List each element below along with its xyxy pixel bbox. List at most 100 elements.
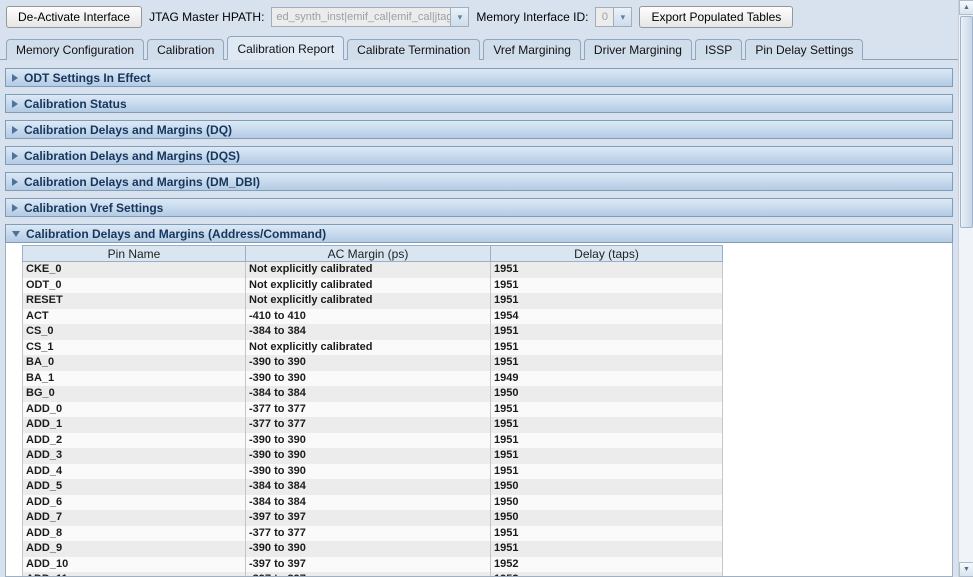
tab-vref-margining[interactable]: Vref Margining bbox=[483, 39, 581, 60]
cell-ac-margin: -377 to 377 bbox=[246, 417, 491, 433]
tab-memory-configuration[interactable]: Memory Configuration bbox=[6, 39, 144, 60]
cell-ac-margin: -377 to 377 bbox=[246, 526, 491, 542]
section-header-calibration-delays-and-margins-dq[interactable]: Calibration Delays and Margins (DQ) bbox=[5, 120, 953, 139]
table-row[interactable]: ADD_5-384 to 3841950 bbox=[23, 479, 723, 495]
tab-calibration-report[interactable]: Calibration Report bbox=[227, 36, 344, 60]
table-row[interactable]: ODT_0Not explicitly calibrated1951 bbox=[23, 278, 723, 294]
expand-arrow-icon bbox=[12, 204, 18, 212]
cell-pin-name: CKE_0 bbox=[23, 262, 246, 278]
section-header-calibration-vref-settings[interactable]: Calibration Vref Settings bbox=[5, 198, 953, 217]
cell-pin-name: BA_1 bbox=[23, 371, 246, 387]
cell-delay: 1951 bbox=[491, 355, 723, 371]
cell-delay: 1954 bbox=[491, 309, 723, 325]
cell-delay: 1951 bbox=[491, 448, 723, 464]
expand-arrow-icon bbox=[12, 178, 18, 186]
cell-pin-name: ADD_11 bbox=[23, 572, 246, 577]
section-calibration-delays-and-margins-address-command: Calibration Delays and Margins (Address/… bbox=[5, 224, 953, 577]
cell-ac-margin: -390 to 390 bbox=[246, 433, 491, 449]
cell-pin-name: ODT_0 bbox=[23, 278, 246, 294]
section-calibration-delays-and-margins-dqs: Calibration Delays and Margins (DQS) bbox=[5, 146, 953, 165]
table-row[interactable]: ADD_6-384 to 3841950 bbox=[23, 495, 723, 511]
cell-pin-name: CS_1 bbox=[23, 340, 246, 356]
cell-ac-margin: -384 to 384 bbox=[246, 479, 491, 495]
table-row[interactable]: ADD_2-390 to 3901951 bbox=[23, 433, 723, 449]
cell-pin-name: BA_0 bbox=[23, 355, 246, 371]
cell-delay: 1951 bbox=[491, 433, 723, 449]
jtag-hpath-label: JTAG Master HPATH: bbox=[149, 10, 264, 24]
emif-toolkit-window: De-Activate Interface JTAG Master HPATH:… bbox=[0, 0, 958, 577]
table-row[interactable]: CKE_0Not explicitly calibrated1951 bbox=[23, 262, 723, 278]
cell-ac-margin: -397 to 397 bbox=[246, 510, 491, 526]
table-row[interactable]: CS_0-384 to 3841951 bbox=[23, 324, 723, 340]
expand-arrow-icon bbox=[12, 152, 18, 160]
tab-pin-delay-settings[interactable]: Pin Delay Settings bbox=[745, 39, 863, 60]
scrollbar-thumb[interactable] bbox=[960, 16, 973, 228]
toolbar: De-Activate Interface JTAG Master HPATH:… bbox=[0, 0, 958, 34]
table-row[interactable]: ADD_1-377 to 3771951 bbox=[23, 417, 723, 433]
cell-ac-margin: -384 to 384 bbox=[246, 386, 491, 402]
down-arrow-icon: ▼ bbox=[963, 566, 970, 573]
cell-pin-name: ADD_6 bbox=[23, 495, 246, 511]
section-calibration-delays-and-margins-dm-dbi: Calibration Delays and Margins (DM_DBI) bbox=[5, 172, 953, 191]
table-row[interactable]: ADD_11-397 to 3971952 bbox=[23, 572, 723, 577]
tab-calibrate-termination[interactable]: Calibrate Termination bbox=[347, 39, 480, 60]
cell-ac-margin: Not explicitly calibrated bbox=[246, 293, 491, 309]
cell-delay: 1951 bbox=[491, 417, 723, 433]
section-calibration-status: Calibration Status bbox=[5, 94, 953, 113]
cell-pin-name: ACT bbox=[23, 309, 246, 325]
section-header-calibration-delays-and-margins-address-command[interactable]: Calibration Delays and Margins (Address/… bbox=[5, 224, 953, 243]
cell-ac-margin: -390 to 390 bbox=[246, 541, 491, 557]
cell-pin-name: CS_0 bbox=[23, 324, 246, 340]
cell-ac-margin: -390 to 390 bbox=[246, 448, 491, 464]
section-header-calibration-delays-and-margins-dm-dbi[interactable]: Calibration Delays and Margins (DM_DBI) bbox=[5, 172, 953, 191]
tab-driver-margining[interactable]: Driver Margining bbox=[584, 39, 692, 60]
table-row[interactable]: ACT-410 to 4101954 bbox=[23, 309, 723, 325]
dropdown-arrow-icon[interactable]: ▾ bbox=[450, 7, 469, 27]
table-row[interactable]: BA_0-390 to 3901951 bbox=[23, 355, 723, 371]
cell-pin-name: RESET bbox=[23, 293, 246, 309]
cell-pin-name: ADD_5 bbox=[23, 479, 246, 495]
cell-ac-margin: -390 to 390 bbox=[246, 464, 491, 480]
cell-delay: 1950 bbox=[491, 479, 723, 495]
scroll-up-button[interactable]: ▲ bbox=[959, 0, 973, 15]
section-header-odt-settings-in-effect[interactable]: ODT Settings In Effect bbox=[5, 68, 953, 87]
export-populated-tables-button[interactable]: Export Populated Tables bbox=[639, 6, 793, 28]
table-row[interactable]: BG_0-384 to 3841950 bbox=[23, 386, 723, 402]
table-body: CKE_0Not explicitly calibrated1951ODT_0N… bbox=[23, 262, 723, 577]
cell-ac-margin: -397 to 397 bbox=[246, 557, 491, 573]
table-row[interactable]: BA_1-390 to 3901949 bbox=[23, 371, 723, 387]
cell-pin-name: ADD_1 bbox=[23, 417, 246, 433]
table-row[interactable]: ADD_7-397 to 3971950 bbox=[23, 510, 723, 526]
tab-issp[interactable]: ISSP bbox=[695, 39, 742, 60]
table-row[interactable]: ADD_9-390 to 3901951 bbox=[23, 541, 723, 557]
table-row[interactable]: ADD_10-397 to 3971952 bbox=[23, 557, 723, 573]
jtag-hpath-select[interactable]: ed_synth_inst|emif_cal|emif_cal|jtag_mas… bbox=[271, 7, 469, 27]
cell-delay: 1951 bbox=[491, 340, 723, 356]
table-row[interactable]: RESETNot explicitly calibrated1951 bbox=[23, 293, 723, 309]
cell-delay: 1949 bbox=[491, 371, 723, 387]
cell-ac-margin: -384 to 384 bbox=[246, 324, 491, 340]
tab-calibration[interactable]: Calibration bbox=[147, 39, 224, 60]
expand-arrow-icon bbox=[12, 100, 18, 108]
table-row[interactable]: ADD_0-377 to 3771951 bbox=[23, 402, 723, 418]
table-row[interactable]: ADD_4-390 to 3901951 bbox=[23, 464, 723, 480]
memory-interface-id-select[interactable]: 0 ▾ bbox=[595, 7, 632, 27]
cell-delay: 1950 bbox=[491, 386, 723, 402]
cell-delay: 1951 bbox=[491, 293, 723, 309]
cell-pin-name: ADD_2 bbox=[23, 433, 246, 449]
expand-arrow-icon bbox=[12, 126, 18, 134]
deactivate-interface-button[interactable]: De-Activate Interface bbox=[6, 6, 142, 28]
table-row[interactable]: ADD_8-377 to 3771951 bbox=[23, 526, 723, 542]
scroll-down-button[interactable]: ▼ bbox=[959, 562, 973, 577]
table-row[interactable]: CS_1Not explicitly calibrated1951 bbox=[23, 340, 723, 356]
cell-delay: 1951 bbox=[491, 324, 723, 340]
cell-delay: 1951 bbox=[491, 541, 723, 557]
section-header-calibration-delays-and-margins-dqs[interactable]: Calibration Delays and Margins (DQS) bbox=[5, 146, 953, 165]
section-header-calibration-status[interactable]: Calibration Status bbox=[5, 94, 953, 113]
section-title: Calibration Delays and Margins (DM_DBI) bbox=[24, 175, 260, 189]
section-calibration-vref-settings: Calibration Vref Settings bbox=[5, 198, 953, 217]
table-row[interactable]: ADD_3-390 to 3901951 bbox=[23, 448, 723, 464]
ac-calibration-table: Pin NameAC Margin (ps)Delay (taps) CKE_0… bbox=[22, 245, 723, 577]
dropdown-arrow-icon[interactable]: ▾ bbox=[613, 7, 632, 27]
cell-pin-name: ADD_8 bbox=[23, 526, 246, 542]
